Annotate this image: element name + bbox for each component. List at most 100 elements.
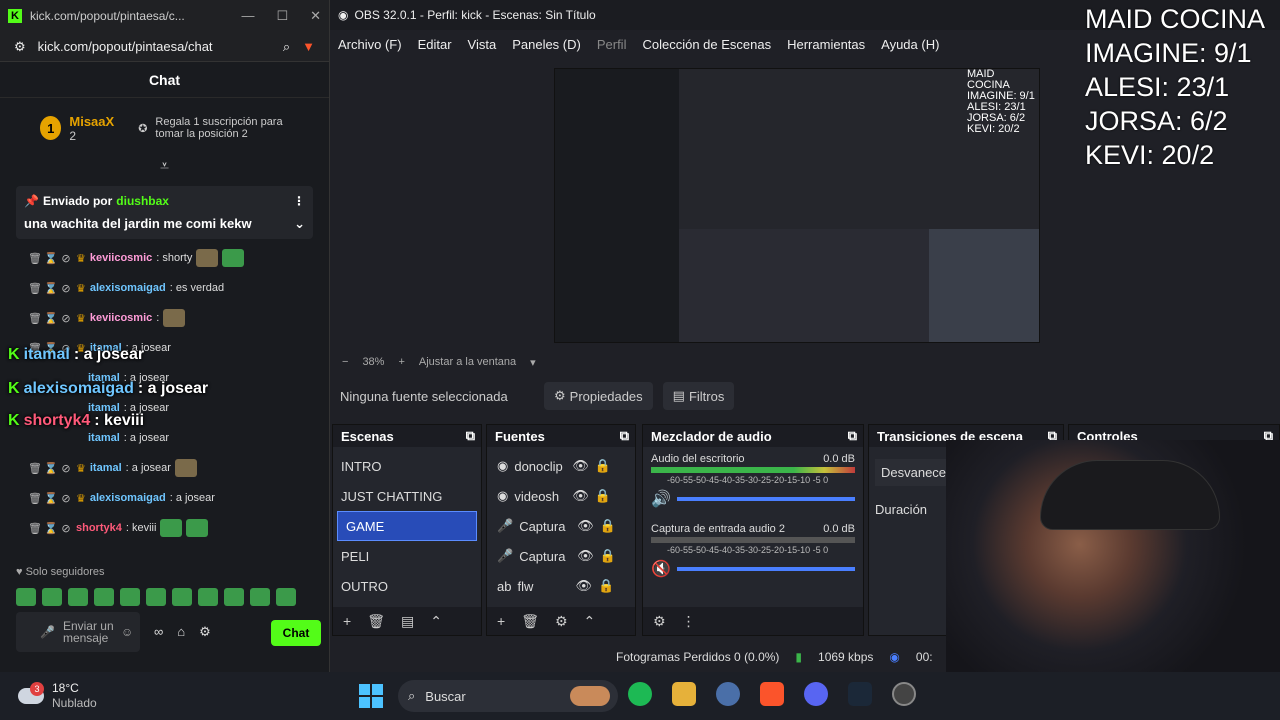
gear-icon[interactable]: ⚙	[199, 624, 211, 640]
filters-button[interactable]: ▤ Filtros	[662, 382, 735, 410]
brave-shield-icon[interactable]: ▼	[302, 39, 315, 54]
steam-icon[interactable]	[848, 682, 872, 706]
trash-icon[interactable]: 🗑	[367, 613, 385, 630]
emote-bar[interactable]	[16, 588, 296, 606]
emoji-icon[interactable]: ☺	[121, 626, 133, 638]
infinity-icon[interactable]: ∞	[154, 624, 163, 640]
chat-tools: ∞ ⌂ ⚙	[154, 624, 211, 640]
bitrate: 1069 kbps	[818, 650, 874, 664]
menu-coleccion[interactable]: Colección de Escenas	[642, 37, 771, 52]
store-icon[interactable]: ⌂	[177, 624, 185, 640]
zoom-bar: − 38% + Ajustar a la ventana ▾	[330, 352, 536, 372]
gear-icon[interactable]: ⚙	[555, 613, 568, 630]
weather-widget[interactable]: 3 18°C Nublado	[0, 681, 97, 711]
undock-icon[interactable]: ⧉	[848, 428, 857, 444]
undock-icon[interactable]: ⧉	[620, 428, 629, 444]
audio-mixer-dock: Mezclador de audio ⧉ Audio del escritorio…	[642, 424, 864, 636]
search-icon[interactable]: ⌕	[283, 39, 290, 55]
source-item[interactable]: 🎤 Captura 👁 🔒	[487, 511, 635, 541]
address-bar[interactable]: ⚙ kick.com/popout/pintaesa/chat ⌕ ▼	[0, 32, 329, 62]
start-button-icon[interactable]	[359, 684, 383, 708]
more-icon[interactable]: ⋮	[682, 613, 696, 630]
volume-slider[interactable]	[676, 497, 855, 501]
mini-scoreboard: MAID COCINA IMAGINE: 9/1 ALESI: 23/1 JORSA:…	[967, 68, 1035, 135]
chevron-down-icon[interactable]: ▾	[530, 356, 536, 369]
spotify-icon[interactable]	[628, 682, 652, 706]
gear-icon[interactable]: ⚙	[653, 613, 666, 630]
chevron-up-icon[interactable]: ⌃	[584, 613, 596, 630]
undock-icon[interactable]: ⧉	[466, 428, 475, 444]
menu-paneles[interactable]: Paneles (D)	[512, 37, 581, 52]
properties-button[interactable]: ⚙ Propiedades	[544, 382, 653, 410]
mixer-channel-name: Audio del escritorio	[651, 453, 745, 465]
file-explorer-icon[interactable]	[672, 682, 696, 706]
rank-badge: 1	[40, 116, 62, 140]
add-icon[interactable]: +	[343, 613, 351, 629]
close-icon[interactable]: ✕	[310, 8, 321, 24]
chat-message: 🗑 ⌛ ⊘ ♛ keviicosmic:	[28, 303, 329, 333]
menu-editar[interactable]: Editar	[418, 37, 452, 52]
zoom-level: 38%	[362, 356, 385, 368]
source-item[interactable]: 🎤 Captura 👁 🔒	[487, 541, 635, 571]
settings-icon[interactable]	[716, 682, 740, 706]
mixer-db: 0.0 dB	[823, 523, 855, 535]
gift-leaderboard: 1 MisaaX 2 ✪ Regala 1 suscripción para to…	[0, 98, 329, 158]
chevron-up-icon[interactable]: ⌃	[430, 613, 442, 630]
kick-logo-icon: K	[8, 9, 22, 23]
menu-perfil[interactable]: Perfil	[597, 37, 627, 52]
zoom-in-button[interactable]: +	[398, 356, 404, 368]
scene-item[interactable]: OUTRO	[333, 571, 481, 601]
more-icon[interactable]: ⋮	[293, 194, 305, 208]
fit-window-select[interactable]: Ajustar a la ventana	[419, 356, 516, 368]
site-settings-icon[interactable]: ⚙	[14, 39, 26, 55]
gift-count: 2	[69, 128, 77, 143]
eye-icon: 👁	[572, 458, 589, 473]
trash-icon[interactable]: 🗑	[521, 613, 539, 630]
minimize-icon[interactable]: —	[241, 8, 254, 24]
pin-icon: 📌	[24, 194, 39, 208]
search-icon: ⌕	[408, 688, 416, 703]
add-icon[interactable]: +	[497, 613, 505, 629]
source-item[interactable]: ◉ videosh 👁 🔒	[487, 481, 635, 511]
zoom-out-button[interactable]: −	[342, 356, 348, 368]
taskbar-apps	[628, 682, 916, 706]
source-toolbar: Ninguna fuente seleccionada ⚙ Propiedades…	[330, 380, 1280, 412]
overlay-chat-line: Kalexisomaigad: a josear	[8, 380, 209, 397]
mic-icon[interactable]: 🎤	[40, 626, 55, 638]
maximize-icon[interactable]: ☐	[276, 8, 288, 24]
scene-item[interactable]: JUST CHATTING	[333, 481, 481, 511]
gift-user[interactable]: MisaaX	[69, 114, 114, 129]
pinned-user[interactable]: diushbax	[116, 194, 169, 208]
chevron-down-icon[interactable]: ⌄	[294, 216, 305, 232]
search-highlight-icon	[570, 686, 610, 706]
scroll-down-icon[interactable]: ⩡	[0, 158, 329, 176]
menu-ayuda[interactable]: Ayuda (H)	[881, 37, 939, 52]
discord-icon[interactable]	[804, 682, 828, 706]
filter-icon[interactable]: ▤	[401, 613, 414, 630]
url-text: kick.com/popout/pintaesa/chat	[37, 39, 213, 54]
muted-speaker-icon[interactable]: 🔇	[651, 559, 671, 579]
menu-vista[interactable]: Vista	[468, 37, 497, 52]
followers-only-label: ♥ Solo seguidores	[16, 566, 105, 578]
menu-herramientas[interactable]: Herramientas	[787, 37, 865, 52]
menu-archivo[interactable]: Archivo (F)	[338, 37, 402, 52]
scene-item-selected[interactable]: GAME	[337, 511, 477, 541]
brave-icon[interactable]	[760, 682, 784, 706]
chat-send-button[interactable]: Chat	[271, 620, 321, 646]
speaker-icon[interactable]: 🔊	[651, 489, 671, 509]
audio-meter	[651, 537, 855, 543]
chat-input[interactable]: 🎤 Enviar un mensaje ☺	[16, 612, 140, 652]
gear-icon: ⚙	[554, 388, 566, 403]
gift-icon: ✪	[138, 122, 148, 135]
source-item[interactable]: ab flw 👁 🔒	[487, 571, 635, 601]
tab-title: kick.com/popout/pintaesa/c...	[30, 9, 185, 23]
taskbar-search[interactable]: ⌕ Buscar	[398, 680, 618, 712]
obs-taskbar-icon[interactable]	[892, 682, 916, 706]
no-source-label: Ninguna fuente seleccionada	[340, 388, 508, 404]
sources-dock: Fuentes ⧉ ◉ donoclip 👁 🔒 ◉ videosh 👁 🔒 🎤 Captura…	[486, 424, 636, 636]
obs-preview[interactable]: MAID COCINA IMAGINE: 9/1 ALESI: 23/1 JORSA:…	[554, 68, 1040, 343]
source-item[interactable]: ◉ donoclip 👁 🔒	[487, 451, 635, 481]
scene-item[interactable]: INTRO	[333, 451, 481, 481]
scene-item[interactable]: PELI	[333, 541, 481, 571]
volume-slider[interactable]	[676, 567, 855, 571]
